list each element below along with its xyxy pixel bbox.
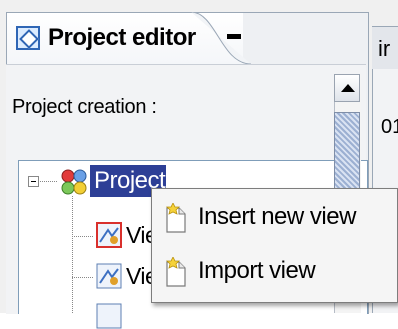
- tree-connector: [40, 181, 58, 182]
- menu-item-label: Import view: [198, 257, 316, 284]
- right-panel-text: 01: [381, 116, 398, 138]
- menu-item-label: Insert new view: [198, 203, 356, 230]
- editor-tab-bar: Project editor: [6, 12, 367, 65]
- scroll-up-icon[interactable]: [334, 74, 360, 102]
- collapse-toggle-icon[interactable]: [28, 176, 39, 187]
- import-view-icon: [166, 257, 186, 287]
- scrollbar-thumb[interactable]: [334, 112, 360, 192]
- minimize-button[interactable]: [227, 34, 241, 39]
- view-icon: [96, 303, 122, 329]
- menu-item-import-view[interactable]: Import view: [152, 247, 397, 301]
- view-icon: [96, 263, 122, 289]
- view-icon: [96, 222, 122, 248]
- right-tab-label: ir: [378, 36, 391, 61]
- tab-edge: [191, 12, 251, 64]
- project-icon: [61, 169, 87, 195]
- new-view-icon: [166, 203, 186, 233]
- context-menu: Insert new view Import view: [151, 188, 398, 303]
- project-editor-icon: [16, 26, 40, 50]
- menu-item-insert-new-view[interactable]: Insert new view: [152, 193, 397, 247]
- tree-connector: [72, 196, 73, 313]
- tree-connector: [72, 236, 94, 237]
- tree-connector: [72, 277, 94, 278]
- section-label: Project creation :: [12, 96, 157, 118]
- tab-title: Project editor: [48, 24, 196, 51]
